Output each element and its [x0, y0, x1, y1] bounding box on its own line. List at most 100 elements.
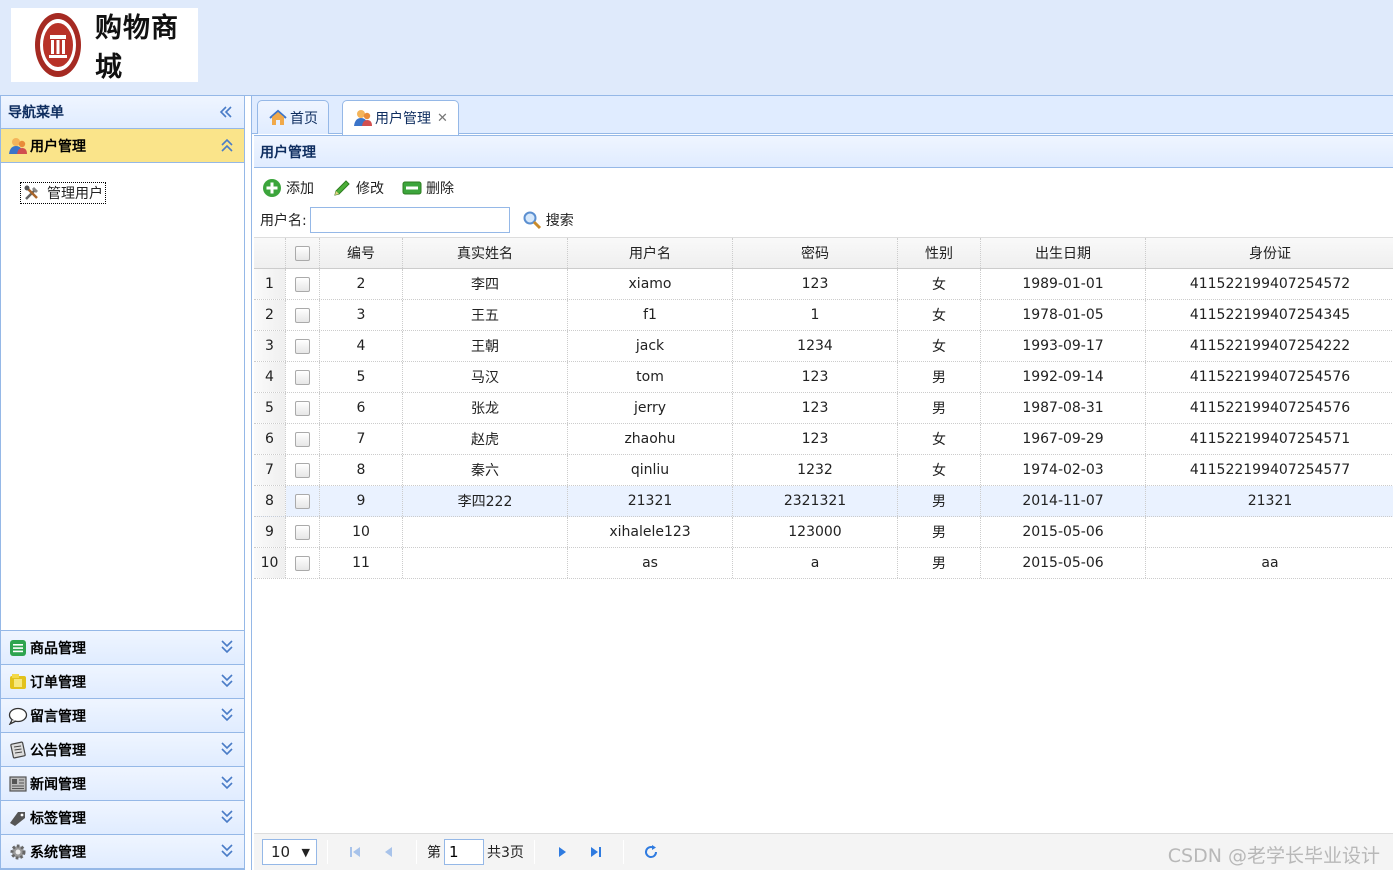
site-logo[interactable]: 购物商城 [11, 8, 198, 83]
cell-password: 123000 [733, 517, 898, 547]
first-page-button[interactable] [343, 840, 367, 864]
table-row[interactable]: 1 2 李四 xiamo 123 女 1989-01-01 41152219940725457… [254, 269, 1393, 300]
accordion-label: 新闻管理 [30, 776, 86, 793]
row-checkbox[interactable] [295, 555, 310, 571]
row-select-cell [286, 455, 320, 485]
delete-button[interactable]: 删除 [402, 178, 454, 198]
select-all-checkbox[interactable] [295, 245, 310, 261]
nav-panel-title: 导航菜单 [8, 105, 64, 121]
table-row[interactable]: 8 9 李四222 21321 2321321 男 2014-11-07 21321 [254, 486, 1393, 517]
table-row[interactable]: 10 11 as a 男 2015-05-06 aa [254, 548, 1393, 579]
gear-icon [8, 842, 28, 862]
table-row[interactable]: 4 5 马汉 tom 123 男 1992-09-14 411522199407254576 [254, 362, 1393, 393]
accordion-system-management[interactable]: 系统管理 [1, 835, 244, 869]
tab-home[interactable]: 首页 [257, 100, 329, 134]
chevron-down-icon[interactable] [219, 639, 235, 657]
header-birthday[interactable]: 出生日期 [981, 238, 1146, 268]
header-realname[interactable]: 真实姓名 [403, 238, 568, 268]
accordion-user-management[interactable]: 用户管理 [1, 129, 244, 163]
header-sex[interactable]: 性别 [898, 238, 981, 268]
row-checkbox[interactable] [295, 276, 310, 292]
cell-sex: 男 [898, 548, 981, 578]
cell-username: jack [568, 331, 733, 361]
home-icon [268, 108, 288, 128]
accordion-notice-management[interactable]: 公告管理 [1, 733, 244, 767]
prev-page-button[interactable] [377, 840, 401, 864]
cell-birthday: 1987-08-31 [981, 393, 1146, 423]
tab-label: 用户管理 [375, 111, 431, 127]
tab-user-management[interactable]: 用户管理 ✕ [342, 100, 459, 135]
last-page-button[interactable] [584, 840, 608, 864]
header-username[interactable]: 用户名 [568, 238, 733, 268]
table-row[interactable]: 7 8 秦六 qinliu 1232 女 1974-02-03 411522199407254… [254, 455, 1393, 486]
header-select-all [286, 238, 320, 268]
cell-realname: 张龙 [403, 393, 568, 423]
cell-username: qinliu [568, 455, 733, 485]
table-row[interactable]: 3 4 王朝 jack 1234 女 1993-09-17 41152219940725422… [254, 331, 1393, 362]
page-number-input[interactable] [444, 839, 484, 865]
close-icon[interactable]: ✕ [437, 111, 448, 126]
tools-icon [23, 184, 41, 202]
edit-button-label: 修改 [356, 181, 384, 197]
add-button-label: 添加 [286, 181, 314, 197]
next-page-button[interactable] [550, 840, 574, 864]
row-number: 3 [254, 331, 286, 361]
edit-button[interactable]: 修改 [332, 178, 384, 198]
accordion-order-management[interactable]: 订单管理 [1, 665, 244, 699]
cell-id: 7 [320, 424, 403, 454]
cell-idcard: 21321 [1247, 493, 1293, 509]
cell-sex: 女 [898, 424, 981, 454]
collapse-left-icon[interactable] [218, 104, 234, 120]
add-button[interactable]: 添加 [262, 178, 314, 198]
cell-realname: 赵虎 [403, 424, 568, 454]
last-page-icon [590, 847, 601, 857]
page-size-select[interactable]: 10 ▼ [262, 839, 317, 865]
row-checkbox[interactable] [295, 462, 310, 478]
search-button[interactable]: 搜索 [522, 210, 574, 230]
chevron-down-icon[interactable] [219, 809, 235, 827]
row-number: 1 [254, 269, 286, 299]
row-checkbox[interactable] [295, 307, 310, 323]
accordion-message-management[interactable]: 留言管理 [1, 699, 244, 733]
row-select-cell [286, 300, 320, 330]
table-row[interactable]: 2 3 王五 f1 1 女 1978-01-05 411522199407254345 [254, 300, 1393, 331]
accordion-news-management[interactable]: 新闻管理 [1, 767, 244, 801]
table-row[interactable]: 9 10 xihalele123 123000 男 2015-05-06 [254, 517, 1393, 548]
page-prefix-label: 第 [427, 845, 441, 861]
cell-realname: 王朝 [403, 331, 568, 361]
table-row[interactable]: 6 7 赵虎 zhaohu 123 女 1967-09-29 4115221994072545… [254, 424, 1393, 455]
chevron-up-icon[interactable] [219, 137, 235, 155]
cell-idcard: 411522199407254576 [1189, 400, 1351, 416]
chevron-down-icon[interactable] [219, 775, 235, 793]
row-checkbox[interactable] [295, 493, 310, 509]
chevron-down-icon[interactable] [219, 741, 235, 759]
dropdown-arrow-icon: ▼ [301, 845, 310, 859]
university-seal-icon [33, 11, 83, 79]
row-checkbox[interactable] [295, 524, 310, 540]
users-icon [353, 108, 373, 128]
chevron-down-icon[interactable] [219, 673, 235, 691]
folder-icon [8, 672, 28, 692]
accordion-product-management[interactable]: 商品管理 [1, 631, 244, 665]
cell-sex: 女 [898, 331, 981, 361]
row-checkbox[interactable] [295, 431, 310, 447]
cell-idcard [1146, 517, 1393, 547]
accordion-label: 公告管理 [30, 742, 86, 759]
row-checkbox[interactable] [295, 338, 310, 354]
refresh-button[interactable] [639, 840, 663, 864]
pencil-icon [332, 178, 352, 198]
accordion-tag-management[interactable]: 标签管理 [1, 801, 244, 835]
row-checkbox[interactable] [295, 400, 310, 416]
row-select-cell [286, 548, 320, 578]
cell-sex: 女 [898, 455, 981, 485]
row-checkbox[interactable] [295, 369, 310, 385]
chevron-down-icon[interactable] [219, 843, 235, 861]
table-row[interactable]: 5 6 张龙 jerry 123 男 1987-08-31 41152219940725457… [254, 393, 1393, 424]
username-search-input[interactable] [309, 207, 510, 233]
header-id[interactable]: 编号 [320, 238, 403, 268]
tree-item-manage-users[interactable]: 管理用户 [20, 182, 106, 204]
chevron-down-icon[interactable] [219, 707, 235, 725]
row-number: 7 [254, 455, 286, 485]
header-idcard[interactable]: 身份证 [1146, 238, 1393, 268]
header-password[interactable]: 密码 [733, 238, 898, 268]
